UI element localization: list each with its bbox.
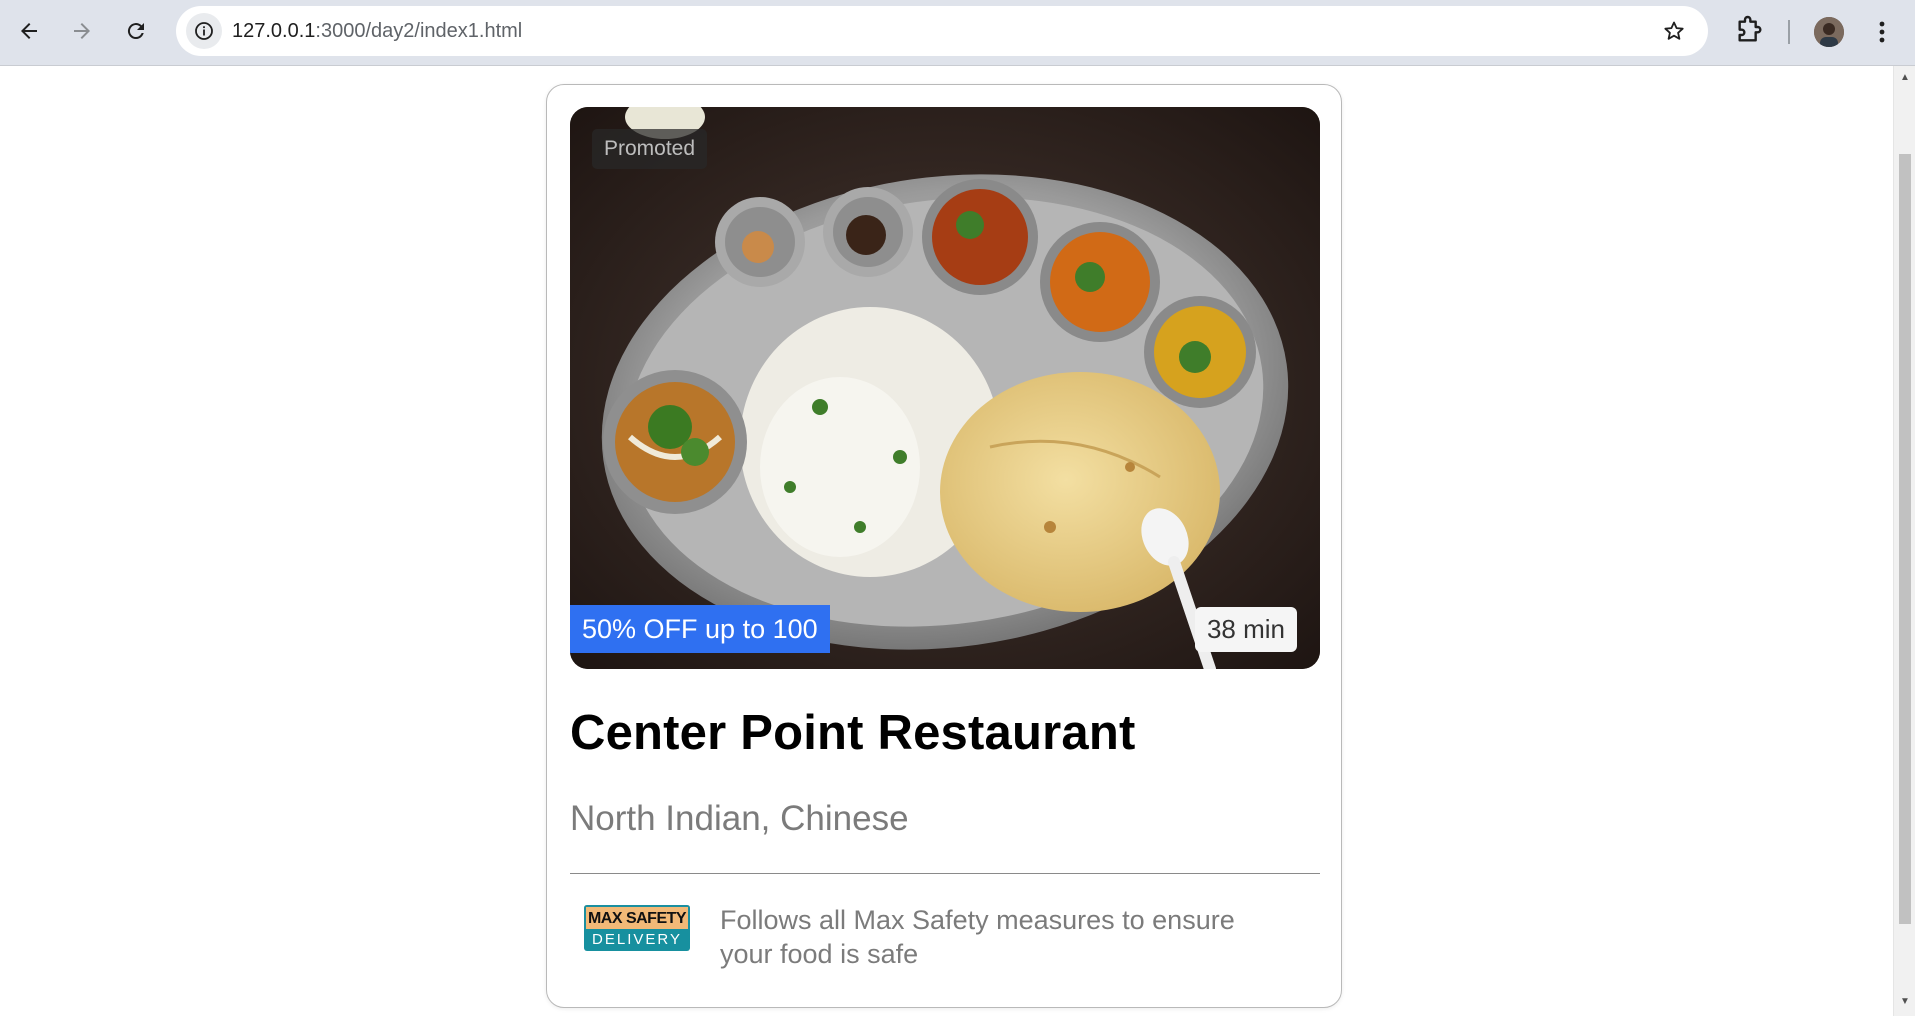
offer-badge: 50% OFF up to 100	[570, 605, 830, 653]
person-icon	[1814, 17, 1844, 47]
browser-toolbar: 127.0.0.1:3000/day2/index1.html	[0, 0, 1915, 66]
thali-plate-image	[570, 107, 1320, 669]
restaurant-photo: Promoted 50% OFF up to 100 38 min	[570, 107, 1320, 669]
address-bar[interactable]: 127.0.0.1:3000/day2/index1.html	[176, 6, 1708, 56]
toolbar-divider	[1788, 20, 1790, 44]
bookmark-star-icon[interactable]	[1662, 19, 1686, 43]
card-divider	[570, 873, 1320, 874]
scroll-up-arrow-icon[interactable]: ▲	[1899, 72, 1911, 84]
page-viewport: Promoted 50% OFF up to 100 38 min Center…	[0, 66, 1893, 1016]
extensions-puzzle-icon[interactable]	[1733, 15, 1765, 47]
forward-button[interactable]	[64, 13, 100, 49]
scroll-down-arrow-icon[interactable]: ▼	[1899, 996, 1911, 1008]
info-icon	[195, 22, 213, 40]
max-safety-logo: MAX SAFETY DELIVERY	[584, 905, 690, 951]
arrow-right-icon	[74, 23, 90, 39]
safety-message: Follows all Max Safety measures to ensur…	[720, 905, 1235, 969]
more-menu-icon[interactable]	[1868, 17, 1896, 47]
delivery-time-badge: 38 min	[1194, 607, 1297, 652]
url-text[interactable]: 127.0.0.1:3000/day2/index1.html	[232, 6, 522, 56]
reload-icon	[127, 23, 144, 40]
vertical-scrollbar[interactable]: ▲ ▼	[1893, 66, 1915, 1016]
safety-logo-bottom-text: DELIVERY	[584, 929, 690, 951]
arrow-left-icon	[21, 23, 37, 39]
site-info-button[interactable]	[186, 13, 222, 49]
safety-logo-top-text: MAX SAFETY	[584, 905, 690, 929]
url-path: :3000/day2/index1.html	[315, 20, 523, 42]
reload-button[interactable]	[118, 13, 154, 49]
cuisine-text: North Indian, Chinese	[570, 799, 909, 838]
promoted-badge: Promoted	[592, 129, 708, 169]
back-button[interactable]	[11, 13, 47, 49]
scroll-thumb[interactable]	[1899, 154, 1911, 924]
restaurant-name: Center Point Restaurant	[570, 706, 1136, 760]
restaurant-card[interactable]: Promoted 50% OFF up to 100 38 min Center…	[546, 84, 1342, 1008]
url-host: 127.0.0.1	[232, 20, 316, 42]
profile-avatar[interactable]	[1814, 17, 1844, 47]
